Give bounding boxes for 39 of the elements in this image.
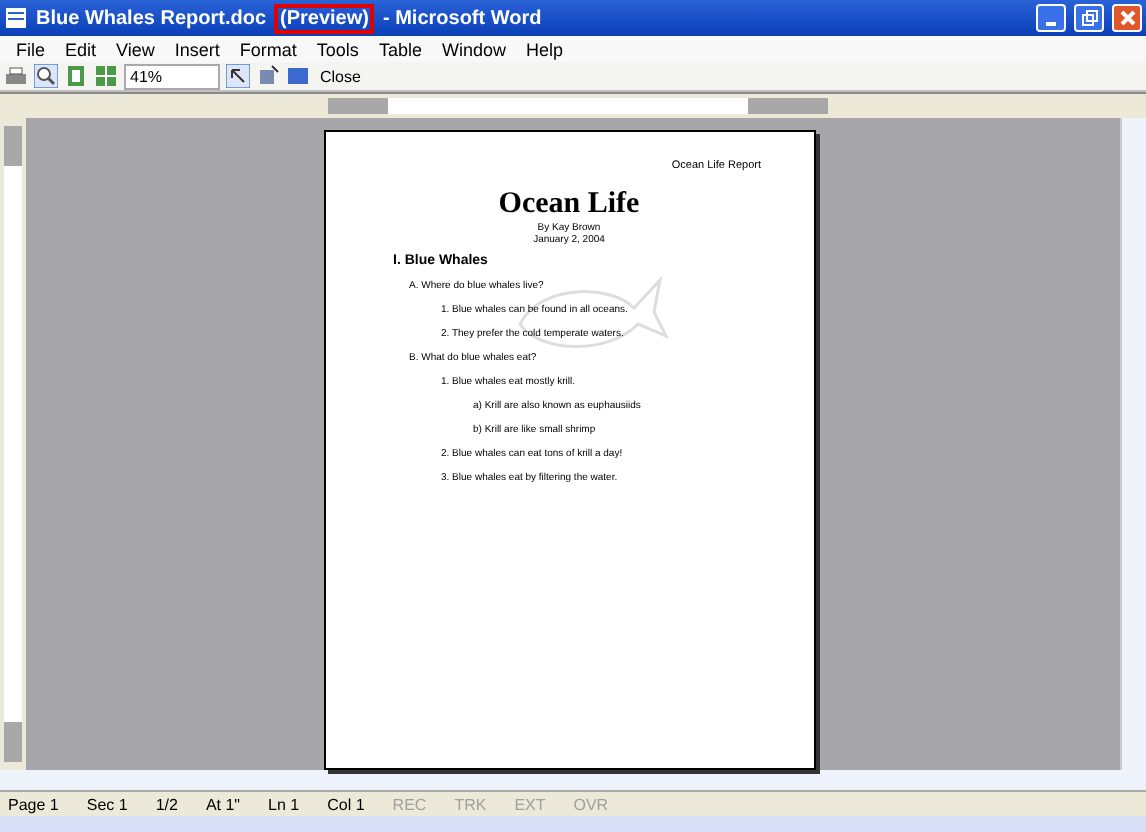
mode-indicator: TRK bbox=[454, 795, 487, 813]
zoom-field[interactable]: 41% bbox=[124, 63, 220, 89]
menu-item[interactable]: Help bbox=[525, 39, 563, 59]
close-button[interactable] bbox=[1112, 4, 1142, 32]
menu-item[interactable]: Edit bbox=[65, 39, 97, 59]
document-icon bbox=[4, 6, 28, 30]
printer-icon[interactable] bbox=[4, 64, 28, 88]
menu-item[interactable]: View bbox=[116, 39, 155, 59]
menu-item[interactable]: Tools bbox=[316, 39, 359, 59]
app-name: - Microsoft Word bbox=[382, 7, 542, 29]
menu-item[interactable]: Table bbox=[378, 39, 422, 59]
magnifier-icon[interactable] bbox=[34, 64, 58, 88]
mode-indicator: REC bbox=[392, 795, 427, 813]
menu-item[interactable]: Window bbox=[441, 39, 506, 59]
window-title: Blue Whales Report.doc bbox=[36, 7, 267, 29]
status-cell: Col 1 bbox=[327, 795, 365, 813]
vertical-scrollbar[interactable] bbox=[1120, 118, 1146, 770]
close-preview-button[interactable]: Close bbox=[316, 64, 365, 88]
full-screen-icon[interactable] bbox=[286, 64, 310, 88]
close-icon bbox=[1119, 10, 1135, 26]
menu-item[interactable]: Format bbox=[239, 39, 297, 59]
status-cell: Sec 1 bbox=[86, 795, 128, 813]
document-title: Ocean Life bbox=[498, 188, 640, 222]
mode-indicator: EXT bbox=[514, 795, 546, 813]
menu-item[interactable]: Insert bbox=[174, 39, 220, 59]
status-cell: Page 1 bbox=[8, 795, 59, 813]
restore-icon bbox=[1081, 10, 1097, 26]
status-cell: At 1" bbox=[205, 795, 241, 813]
preview-tag: (Preview) bbox=[274, 3, 375, 33]
multiple-pages-icon[interactable] bbox=[94, 64, 118, 88]
minimize-button[interactable] bbox=[1036, 4, 1066, 32]
mode-indicator: OVR bbox=[573, 795, 609, 813]
restore-button[interactable] bbox=[1074, 4, 1104, 32]
horizontal-scrollbar[interactable] bbox=[0, 770, 1146, 790]
one-page-icon[interactable] bbox=[64, 64, 88, 88]
status-cell: Ln 1 bbox=[268, 795, 300, 813]
menu-item[interactable]: File bbox=[16, 39, 46, 59]
shrink-icon[interactable] bbox=[256, 64, 280, 88]
status-cell: 1/2 bbox=[155, 795, 178, 813]
